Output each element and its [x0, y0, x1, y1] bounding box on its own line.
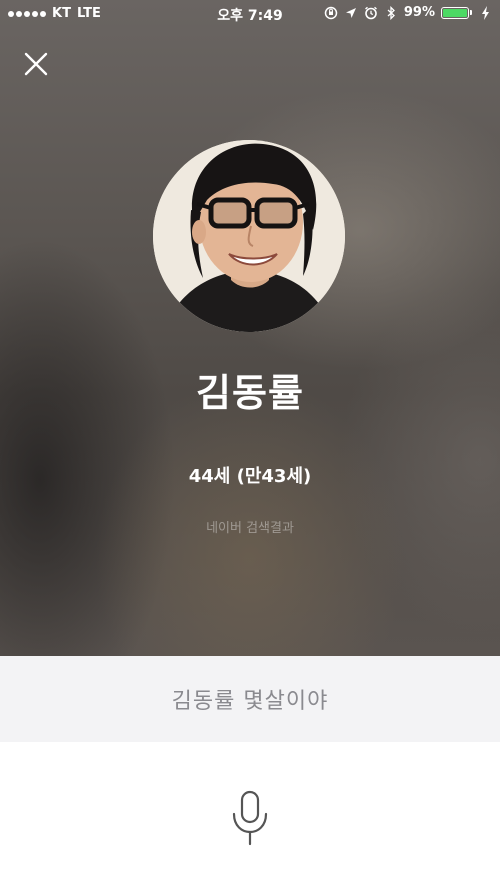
microphone-button[interactable]	[228, 790, 272, 846]
answer-age: 44세 (만43세)	[188, 466, 312, 487]
microphone-icon	[232, 790, 268, 846]
status-right: 99%	[324, 5, 492, 20]
bluetooth-icon	[384, 5, 398, 20]
close-icon	[24, 52, 48, 76]
screen-rotation-lock-icon	[324, 6, 338, 20]
source-link-row: 네이버 검색결과	[0, 517, 500, 536]
alarm-clock-icon	[364, 6, 378, 20]
battery-icon	[441, 6, 472, 19]
location-arrow-icon	[344, 6, 358, 20]
answer-name: 김동률	[196, 371, 304, 415]
charging-bolt-icon	[478, 5, 492, 20]
avatar	[153, 140, 345, 332]
mic-area	[0, 742, 500, 888]
voice-query-text: 김동률 몇살이야	[0, 656, 500, 742]
source-link[interactable]: 네이버 검색결과	[206, 521, 294, 536]
battery-percent: 99%	[403, 5, 435, 20]
close-button[interactable]	[22, 50, 50, 78]
result-card: KT LTE 오후 7:49 99% 김동률 44세 (만43세) 네이버 검색…	[0, 0, 500, 656]
status-bar: KT LTE 오후 7:49 99%	[0, 0, 500, 28]
